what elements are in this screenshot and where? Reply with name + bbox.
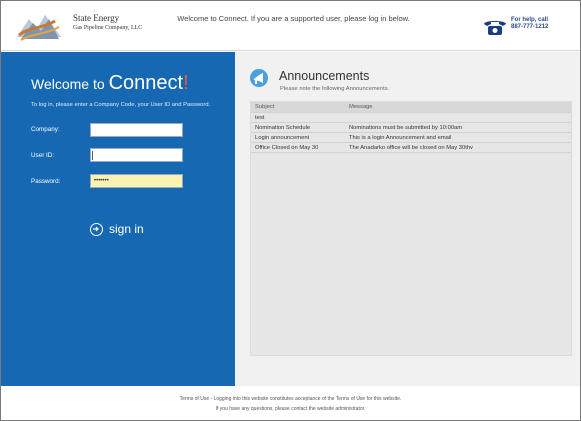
company-name-line1: State Energy xyxy=(73,13,120,23)
footer-contact-text: If you have any questions, please contac… xyxy=(215,406,366,412)
sign-in-button[interactable]: sign in xyxy=(90,222,144,236)
cell-message: The Anadarko office will be closed on Ma… xyxy=(349,145,473,151)
announcement-icon xyxy=(250,69,268,87)
cell-subject: Login announcement xyxy=(255,135,310,141)
text-caret xyxy=(92,151,93,160)
password-label: Password: xyxy=(31,178,61,185)
table-row[interactable]: Nomination Schedule Nominations must be … xyxy=(251,123,571,133)
announcements-title: Announcements xyxy=(279,69,370,83)
login-panel: Welcome to Connect! To log in, please en… xyxy=(1,52,235,386)
column-header-message: Message xyxy=(349,104,373,110)
welcome-message: Welcome to Connect. If you are a support… xyxy=(177,14,410,23)
login-title-brand: Connect xyxy=(108,72,184,94)
company-name: State Energy Gas Pipeline Company, LLC xyxy=(73,13,142,33)
footer: Terms of Use - Logging into this website… xyxy=(1,386,580,420)
arrow-right-circle-icon xyxy=(90,222,103,236)
header: State Energy Gas Pipeline Company, LLC W… xyxy=(1,1,580,51)
phone-icon xyxy=(484,21,506,35)
cell-message: Nominations must be submitted by 10:00am xyxy=(349,125,463,131)
login-title-prefix: Welcome to xyxy=(31,76,105,92)
cell-message xyxy=(347,113,571,122)
password-field[interactable] xyxy=(90,174,183,188)
login-instructions: To log in, please enter a Company Code, … xyxy=(31,102,211,108)
help-label: For help, call xyxy=(511,17,549,23)
cell-subject: Office Closed on May 30 xyxy=(255,145,319,151)
userid-field[interactable] xyxy=(90,148,183,162)
announcements-table: Subject Message test Nomination Schedule… xyxy=(250,101,572,356)
column-header-subject: Subject xyxy=(255,104,275,110)
login-title-bang: ! xyxy=(183,72,189,94)
table-header: Subject Message xyxy=(251,102,571,113)
company-label: Company: xyxy=(31,126,60,133)
table-row[interactable]: Login announcement This is a login Annou… xyxy=(251,133,571,143)
table-row[interactable]: Office Closed on May 30 The Anadarko off… xyxy=(251,143,571,153)
announcements-panel: Announcements Please note the following … xyxy=(235,52,580,386)
company-field[interactable] xyxy=(90,123,183,137)
login-title: Welcome to Connect! xyxy=(31,73,189,94)
cell-subject: Nomination Schedule xyxy=(255,125,311,131)
table-row[interactable]: test xyxy=(251,113,571,123)
userid-label: User ID: xyxy=(31,152,55,159)
sign-in-label: sign in xyxy=(109,222,144,236)
company-name-line2: Gas Pipeline Company, LLC xyxy=(73,25,143,31)
terms-of-use-link[interactable]: Terms of Use - Logging into this website… xyxy=(1,394,580,404)
company-logo-icon xyxy=(17,15,61,41)
help-phone: 887-777-1212 xyxy=(511,24,549,30)
cell-subject: test xyxy=(255,115,265,121)
announcements-subtitle: Please note the following Announcements. xyxy=(280,86,390,92)
cell-message: This is a login Announcement and email xyxy=(349,135,452,141)
help-contact: For help, call 887-777-1212 xyxy=(511,17,548,31)
